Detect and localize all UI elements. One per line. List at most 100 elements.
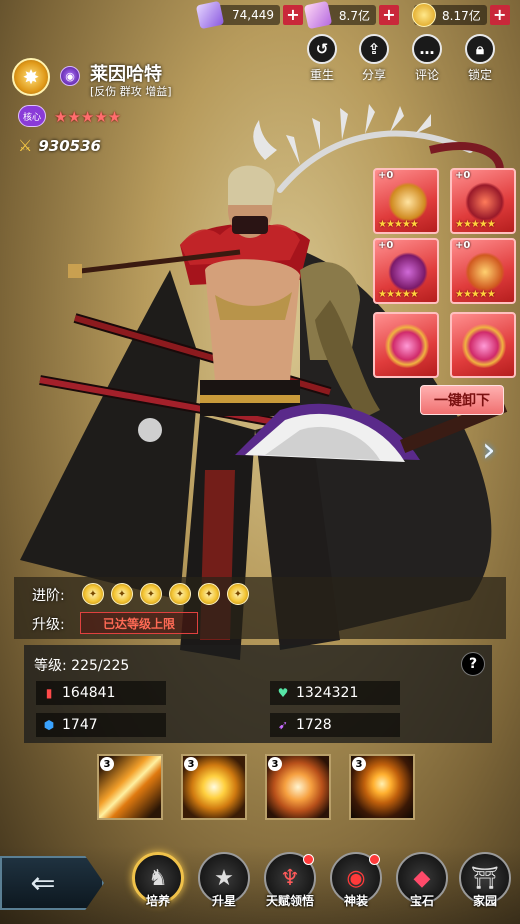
stat-speed: ➹ 1728 [270,713,400,737]
notification-dot [369,854,380,865]
advance-star-icon: ✦ [227,583,249,605]
rebirth-button[interactable]: ↺ 重生 [302,34,342,83]
stat-value: 1747 [62,717,98,733]
defense-icon: ⬢ [43,718,55,732]
skill-slot-2[interactable]: 3 [181,754,247,820]
equip-level: +0 [378,240,394,251]
level-line: 等级: 225/225 [34,655,129,675]
action-label: 评论 [414,68,439,82]
notification-dot [303,854,314,865]
currency-gold: 8.17亿 + [412,3,510,27]
lock-icon: 🔒︎ [465,34,495,64]
currency-scroll: 8.7亿 + [303,0,399,30]
back-arrow-icon: ⇐ [30,865,56,901]
lock-button[interactable]: 🔒︎ 锁定 [460,34,500,83]
equip-stars: ★★★★★ [455,219,496,230]
equip-slot-armor[interactable]: +0 ★★★★★ [450,168,516,234]
nav-artifact[interactable]: ◉ 神装 [326,852,386,909]
speed-icon: ➹ [277,718,289,732]
core-badge: 核心 [18,105,46,127]
helmet-icon [388,252,428,292]
skill-slot-3[interactable]: 3 [265,754,331,820]
armor-icon [465,182,505,222]
equip-stars: ★★★★★ [455,289,496,300]
equip-slot-gem-2[interactable] [450,312,516,378]
dark-element-icon: ◉ [60,66,80,86]
hero-tags: [反伤 群攻 增益] [90,85,172,98]
nav-cultivate[interactable]: ♞ 培养 [128,852,188,909]
equip-level: +0 [455,240,471,251]
nav-label: 神装 [343,894,368,908]
advance-star-icon: ✦ [82,583,104,605]
action-label: 重生 [309,68,334,82]
combat-power: ⚔ 930536 [18,136,101,155]
help-button[interactable]: ? [461,652,485,676]
comment-button[interactable]: … 评论 [407,34,447,83]
currency-value: 8.7亿 [338,8,370,23]
nav-label: 宝石 [409,894,434,908]
currency-value: 8.17亿 [442,8,481,23]
nav-home[interactable]: ⛩ 家园 [455,852,515,909]
nav-label: 家园 [472,894,497,908]
level-label: 等级: [34,658,67,674]
add-ticket-button[interactable]: + [283,5,303,25]
equip-level: +0 [378,170,394,181]
hp-icon: ♥ [277,686,289,700]
advance-star-icon: ✦ [111,583,133,605]
skill-level: 3 [352,757,366,771]
nav-label: 升星 [211,894,236,908]
currency-bar: 74,449 + 8.7亿 + 8.17亿 + [0,0,520,30]
equip-slot-helmet[interactable]: +0 ★★★★★ [373,238,439,304]
skill-slot-1[interactable]: 3 [97,754,163,820]
back-button[interactable]: ⇐ [0,856,104,910]
skill-level: 3 [268,757,282,771]
scroll-icon [303,0,333,30]
share-icon: ⇪ [359,34,389,64]
gold-coin-icon [412,3,436,27]
nav-label: 天赋领悟 [265,894,314,908]
skill-level: 3 [100,757,114,771]
nav-star-up[interactable]: ★ 升星 [194,852,254,909]
action-label: 锁定 [467,68,492,82]
upgrade-label: 升级: [32,617,65,633]
currency-ticket: 74,449 + [195,0,303,30]
scepter-icon [388,182,428,222]
stat-defense: ⬢ 1747 [36,713,166,737]
nav-gem[interactable]: ◆ 宝石 [392,852,452,909]
stat-value: 164841 [62,685,116,701]
nav-label: 培养 [145,894,170,908]
wings-icon [465,252,505,292]
equip-slot-gem-1[interactable] [373,312,439,378]
attack-icon: ▮ [45,686,53,700]
stat-hp: ♥ 1324321 [270,681,400,705]
equip-slot-wings[interactable]: +0 ★★★★★ [450,238,516,304]
nav-talent[interactable]: ♆ 天赋领悟 [260,852,320,909]
advance-star-icon: ✦ [140,583,162,605]
comment-icon: … [412,34,442,64]
equip-level: +0 [455,170,471,181]
crossed-swords-icon: ⚔ [18,136,33,155]
advance-star-icon: ✦ [198,583,220,605]
advance-label: 进阶: [32,588,65,604]
action-label: 分享 [361,68,386,82]
unequip-all-button[interactable]: 一键卸下 [420,385,504,415]
currency-value: 74,449 [232,8,274,22]
stat-value: 1324321 [296,685,359,701]
hero-stars: ★★★★★ [54,108,122,126]
undo-icon: ↺ [307,34,337,64]
share-button[interactable]: ⇪ 分享 [354,34,394,83]
ticket-icon [195,0,225,30]
equip-slot-weapon[interactable]: +0 ★★★★★ [373,168,439,234]
gem-slot-icon [385,324,429,368]
stat-attack: ▮ 164841 [36,681,166,705]
next-hero-arrow-icon[interactable]: › [482,430,512,470]
add-gold-button[interactable]: + [489,5,510,25]
skill-level: 3 [184,757,198,771]
hero-class-emblem-icon: ✸ [12,58,50,96]
add-scroll-button[interactable]: + [379,5,399,25]
equip-stars: ★★★★★ [378,219,419,230]
skill-slot-4[interactable]: 3 [349,754,415,820]
power-value: 930536 [38,136,101,155]
equip-stars: ★★★★★ [378,289,419,300]
level-value: 225/225 [71,658,130,674]
